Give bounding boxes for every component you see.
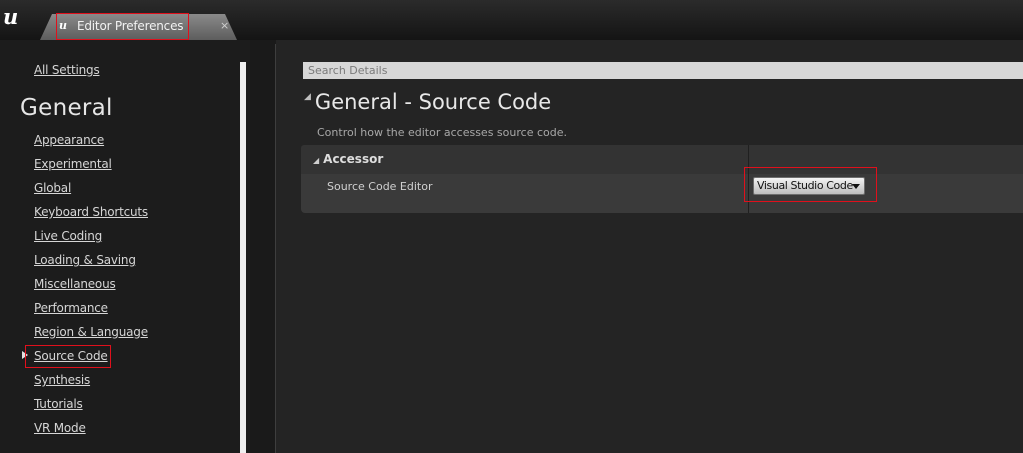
category-header[interactable] [301,145,1023,174]
property-name: Source Code Editor [327,180,433,193]
category-label[interactable]: ◢ Accessor [313,152,383,166]
sidebar-item-synthesis[interactable]: Synthesis [34,373,90,387]
sidebar-item-performance[interactable]: Performance [34,301,108,315]
sidebar-item-loading-saving[interactable]: Loading & Saving [34,253,136,267]
selected-arrow-icon [22,351,28,359]
page-description: Control how the editor accesses source c… [317,126,567,139]
tab-close-icon[interactable]: × [220,19,229,32]
sidebar-item-global[interactable]: Global [34,181,71,195]
collapse-triangle-icon[interactable]: ◢ [304,92,311,102]
sidebar-item-source-code[interactable]: Source Code [34,349,108,363]
category-expand-icon[interactable]: ◢ [313,156,319,165]
source-code-editor-dropdown[interactable]: Visual Studio Code [753,177,865,195]
column-splitter[interactable] [748,145,749,213]
unreal-logo-icon[interactable]: u [3,5,25,29]
nav-section-title: General [20,95,113,121]
search-input[interactable] [303,62,1023,79]
page-heading: ◢ General - Source Code [304,90,551,114]
sidebar-item-region-language[interactable]: Region & Language [34,325,148,339]
sidebar-item-miscellaneous[interactable]: Miscellaneous [34,277,116,291]
dropdown-value: Visual Studio Code [757,179,853,192]
sidebar-item-vr-mode[interactable]: VR Mode [34,421,86,435]
tab-title[interactable]: Editor Preferences [77,19,184,33]
page-title: General - Source Code [314,90,552,114]
category-title: Accessor [323,152,384,166]
editor-preferences-tab-icon: u [59,19,67,32]
sidebar-item-live-coding[interactable]: Live Coding [34,229,102,243]
chevron-down-icon [852,184,860,189]
all-settings-link[interactable]: All Settings [34,63,100,77]
nav-scrollbar[interactable] [240,62,246,453]
sidebar-item-appearance[interactable]: Appearance [34,133,104,147]
sidebar-item-tutorials[interactable]: Tutorials [34,397,83,411]
sidebar-item-keyboard-shortcuts[interactable]: Keyboard Shortcuts [34,205,148,219]
sidebar-item-experimental[interactable]: Experimental [34,157,112,171]
